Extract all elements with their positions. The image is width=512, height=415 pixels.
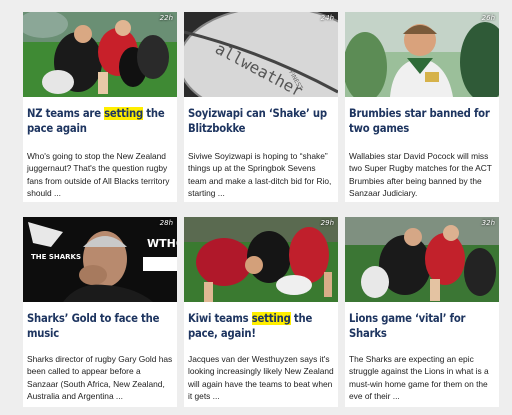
time-ago-label: 22h [159, 14, 173, 22]
rugby-tackle-image [345, 217, 499, 302]
news-card[interactable]: 22h NZ teams are setting the pace again … [23, 12, 177, 202]
time-ago-label: 24h [320, 14, 334, 22]
news-thumbnail[interactable]: 32h [345, 217, 499, 302]
news-card[interactable]: THE SHARKS WTHO 28h Sharks’ Gold to face… [23, 217, 177, 407]
time-ago-label: 28h [159, 219, 173, 227]
time-ago-label: 29h [320, 219, 334, 227]
news-thumbnail[interactable]: 22h [23, 12, 177, 97]
news-card[interactable]: 32h Lions game ‘vital’ for Sharks The Sh… [345, 217, 499, 407]
news-title[interactable]: Kiwi teams setting the pace, again! [188, 311, 334, 341]
news-title[interactable]: Brumbies star banned for two games [349, 106, 495, 136]
search-highlight: setting [104, 107, 143, 120]
news-thumbnail[interactable]: THE SHARKS WTHO 28h [23, 217, 177, 302]
news-excerpt: Wallabies star David Pocock will miss tw… [349, 151, 492, 199]
image-lettering-small: WTHO [147, 237, 177, 250]
news-grid: 22h NZ teams are setting the pace again … [0, 0, 512, 415]
rugby-ball-closeup-image: allweather FINEST [184, 12, 338, 97]
news-card[interactable]: 26h Brumbies star banned for two games W… [345, 12, 499, 202]
title-text: Lions game ‘vital’ for Sharks [349, 312, 466, 340]
news-excerpt: Siviwe Soyizwapi is hoping to “shake” th… [188, 151, 332, 199]
news-title[interactable]: Lions game ‘vital’ for Sharks [349, 311, 495, 341]
news-excerpt: Jacques van der Westhuyzen says it's loo… [188, 354, 334, 402]
search-highlight: setting [251, 312, 291, 325]
news-excerpt: Who's going to stop the New Zealand jugg… [27, 151, 170, 199]
time-ago-label: 26h [481, 14, 495, 22]
news-thumbnail[interactable]: 29h [184, 217, 338, 302]
news-title[interactable]: Soyizwapi can ‘Shake’ up Blitzbokke [188, 106, 334, 136]
title-text: Brumbies star banned for two games [349, 107, 490, 135]
news-excerpt: The Sharks are expecting an epic struggl… [349, 354, 489, 402]
time-ago-label: 32h [481, 219, 495, 227]
image-lettering: THE SHARKS [31, 253, 81, 261]
news-title[interactable]: Sharks’ Gold to face the music [27, 311, 173, 341]
coach-portrait-image: THE SHARKS WTHO [23, 217, 177, 302]
news-thumbnail[interactable]: 26h [345, 12, 499, 97]
rugby-player-image [345, 12, 499, 97]
news-card[interactable]: 29h Kiwi teams setting the pace, again! … [184, 217, 338, 407]
rugby-ruck-image [184, 217, 338, 302]
news-excerpt: Sharks director of rugby Gary Gold has b… [27, 354, 173, 402]
title-text: Soyizwapi can ‘Shake’ up Blitzbokke [188, 107, 327, 135]
title-text: Kiwi teams [188, 312, 252, 325]
news-thumbnail[interactable]: allweather FINEST 24h [184, 12, 338, 97]
title-text: NZ teams are [27, 107, 105, 120]
news-card[interactable]: allweather FINEST 24h Soyizwapi can ‘Sha… [184, 12, 338, 202]
title-text: Sharks’ Gold to face the music [27, 312, 160, 340]
rugby-tackle-image [23, 12, 177, 97]
news-title[interactable]: NZ teams are setting the pace again [27, 106, 173, 136]
